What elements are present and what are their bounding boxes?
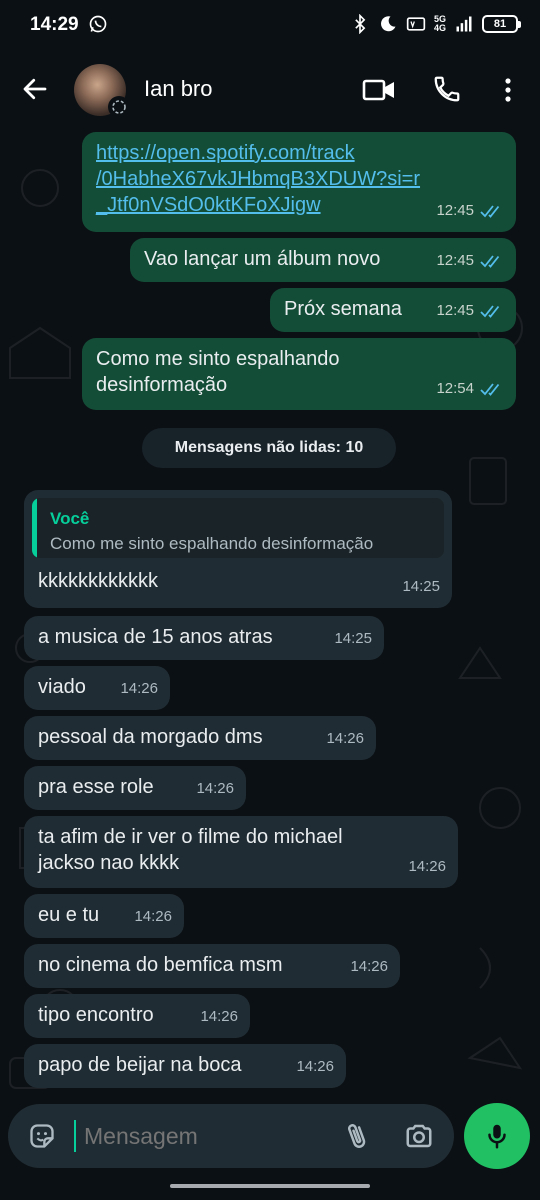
incoming-message[interactable]: viado 14:26 bbox=[24, 666, 170, 710]
read-ticks-icon bbox=[480, 205, 500, 218]
network-indicator: 5G 4G bbox=[433, 14, 446, 33]
message-text: viado bbox=[38, 676, 86, 698]
reply-quote[interactable]: Você Como me sinto espalhando desinforma… bbox=[32, 498, 444, 558]
incoming-message[interactable]: no cinema do bemfica msm 14:26 bbox=[24, 944, 400, 988]
message-composer bbox=[8, 1104, 454, 1168]
message-text: no cinema do bemfica msm bbox=[38, 954, 283, 976]
message-time: 14:25 bbox=[402, 578, 440, 595]
volte-icon bbox=[406, 17, 426, 31]
emoji-sticker-icon[interactable] bbox=[28, 1122, 56, 1150]
contact-name[interactable]: Ian bro bbox=[144, 76, 213, 102]
status-time: 14:29 bbox=[30, 14, 79, 35]
message-time: 14:26 bbox=[134, 908, 172, 925]
do-not-disturb-moon-icon bbox=[381, 16, 396, 32]
message-time: 12:45 bbox=[436, 302, 474, 319]
read-ticks-icon bbox=[480, 305, 500, 318]
message-text: tipo encontro bbox=[38, 1004, 154, 1026]
message-text: eu e tu bbox=[38, 904, 100, 926]
reply-quote-author: Você bbox=[50, 509, 90, 528]
message-text: pessoal da morgado dms bbox=[38, 726, 263, 748]
status-ring-icon bbox=[108, 96, 130, 118]
reply-quote-bar bbox=[32, 498, 37, 558]
incoming-message-with-reply[interactable]: Você Como me sinto espalhando desinforma… bbox=[24, 490, 452, 608]
video-call-icon[interactable] bbox=[362, 76, 396, 104]
message-text: Como me sinto espalhando bbox=[96, 348, 340, 370]
message-text: a musica de 15 anos atras bbox=[38, 626, 273, 648]
voice-call-icon[interactable] bbox=[432, 74, 462, 104]
bluetooth-icon bbox=[355, 14, 366, 34]
message-text: ta afim de ir ver o filme do michael bbox=[38, 826, 343, 848]
message-time: 14:26 bbox=[326, 730, 364, 747]
message-time: 14:26 bbox=[200, 1008, 238, 1025]
outgoing-message[interactable]: Próx semana 12:45 bbox=[270, 288, 516, 332]
message-time: 14:26 bbox=[296, 1058, 334, 1075]
outgoing-message[interactable]: https://open.spotify.com/track /0HabheX6… bbox=[82, 132, 516, 232]
outgoing-message[interactable]: Como me sinto espalhando desinformação 1… bbox=[82, 338, 516, 410]
incoming-message[interactable]: tipo encontro 14:26 bbox=[24, 994, 250, 1038]
incoming-message[interactable]: pra esse role 14:26 bbox=[24, 766, 246, 810]
text-cursor bbox=[74, 1120, 76, 1152]
status-bar: 14:29 5G 4G 81 bbox=[0, 0, 540, 52]
message-text: papo de beijar na boca bbox=[38, 1054, 242, 1076]
incoming-message[interactable]: papo de beijar na boca 14:26 bbox=[24, 1044, 346, 1088]
home-gesture-pill[interactable] bbox=[170, 1184, 370, 1188]
signal-strength-icon bbox=[456, 16, 472, 32]
message-input[interactable] bbox=[84, 1120, 324, 1152]
unread-messages-divider: Mensagens não lidas: 10 bbox=[142, 428, 396, 468]
incoming-message[interactable]: a musica de 15 anos atras 14:25 bbox=[24, 616, 384, 660]
incoming-message[interactable]: ta afim de ir ver o filme do michael jac… bbox=[24, 816, 458, 888]
message-time: 14:25 bbox=[334, 630, 372, 647]
read-ticks-icon bbox=[480, 255, 500, 268]
message-time: 14:26 bbox=[350, 958, 388, 975]
message-meta: 12:45 bbox=[436, 198, 504, 224]
battery-indicator: 81 bbox=[482, 15, 521, 33]
message-meta: 12:45 bbox=[436, 248, 504, 274]
message-text: jackso nao kkkk bbox=[38, 852, 180, 874]
message-time: 14:26 bbox=[120, 680, 158, 697]
message-time: 12:45 bbox=[436, 252, 474, 269]
message-text: Vao lançar um álbum novo bbox=[144, 248, 381, 270]
chat-header: Ian bro bbox=[0, 52, 540, 128]
back-arrow-icon[interactable] bbox=[20, 74, 50, 104]
message-meta: 12:45 bbox=[436, 298, 504, 324]
read-ticks-icon bbox=[480, 383, 500, 396]
incoming-message[interactable]: pessoal da morgado dms 14:26 bbox=[24, 716, 376, 760]
camera-icon[interactable] bbox=[404, 1121, 434, 1151]
message-text: Próx semana bbox=[284, 298, 402, 320]
message-time: 14:26 bbox=[196, 780, 234, 797]
attach-icon[interactable] bbox=[342, 1120, 372, 1152]
reply-quote-text: Como me sinto espalhando desinformação bbox=[50, 534, 374, 553]
incoming-message[interactable]: eu e tu 14:26 bbox=[24, 894, 184, 938]
message-text: pra esse role bbox=[38, 776, 154, 798]
message-time: 12:45 bbox=[436, 202, 474, 219]
mic-icon bbox=[488, 1124, 506, 1149]
system-navigation-bar bbox=[0, 1170, 540, 1200]
more-options-icon[interactable] bbox=[496, 74, 520, 106]
outgoing-message[interactable]: Vao lançar um álbum novo 12:45 bbox=[130, 238, 516, 282]
message-text: kkkkkkkkkkkk bbox=[38, 570, 158, 592]
message-meta: 12:54 bbox=[436, 376, 504, 402]
message-time: 14:26 bbox=[408, 858, 446, 875]
whatsapp-notification-icon bbox=[89, 15, 107, 33]
voice-message-button[interactable] bbox=[464, 1103, 530, 1169]
chat-messages-area[interactable]: https://open.spotify.com/track /0HabheX6… bbox=[0, 128, 540, 1100]
message-time: 12:54 bbox=[436, 380, 474, 397]
